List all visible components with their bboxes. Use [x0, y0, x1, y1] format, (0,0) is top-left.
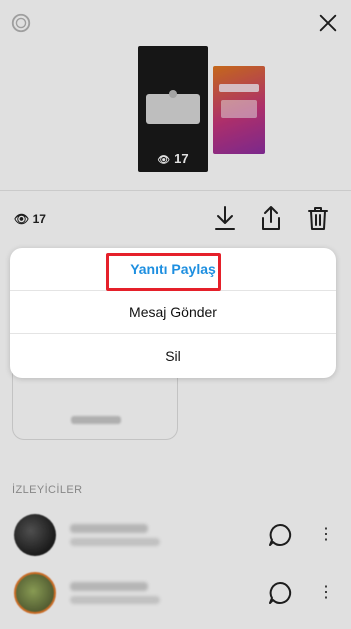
action-sheet: Yanıtı Paylaş Mesaj Gönder Sil	[10, 248, 336, 378]
send-message-button[interactable]: Mesaj Gönder	[10, 291, 336, 334]
share-reply-button[interactable]: Yanıtı Paylaş	[10, 248, 336, 291]
delete-button[interactable]: Sil	[10, 334, 336, 377]
